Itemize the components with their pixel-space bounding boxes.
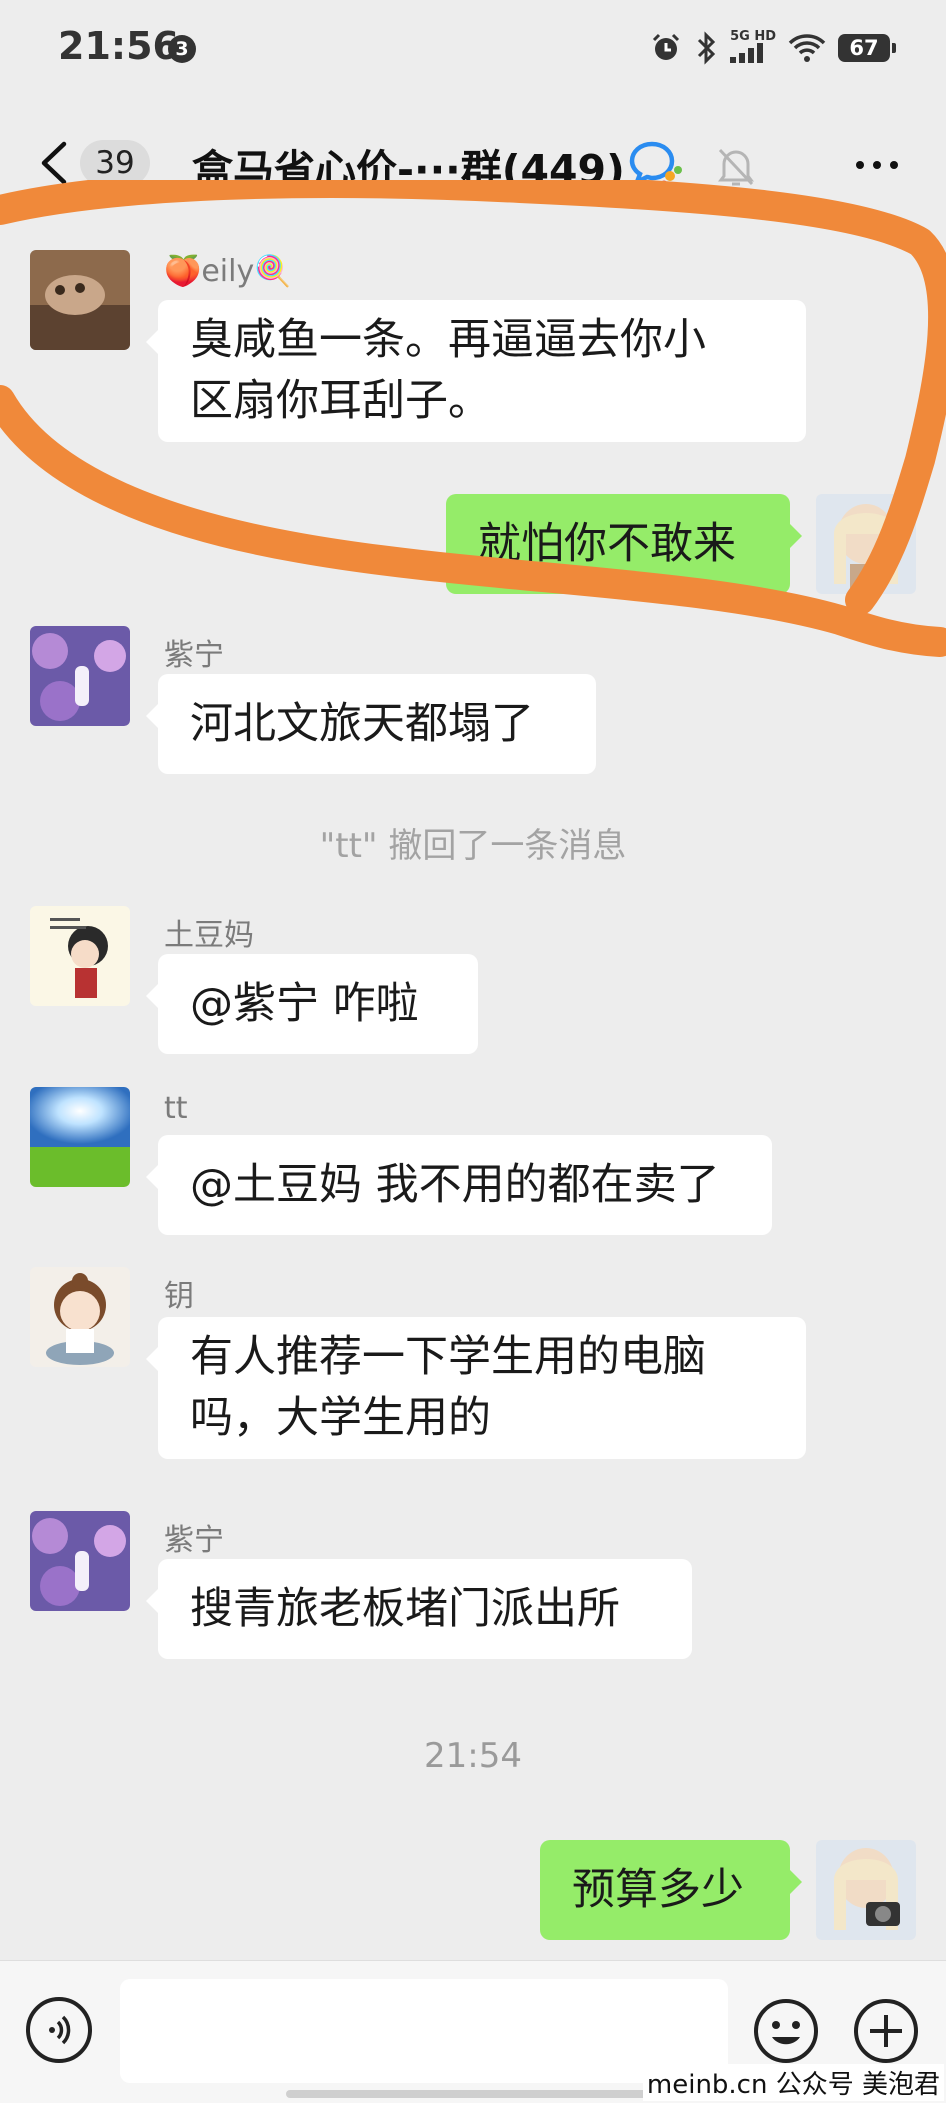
sender-name: 紫宁 <box>164 638 224 673</box>
sender-name: 紫宁 <box>164 1523 224 1558</box>
chat-bubble-icon[interactable] <box>628 140 684 190</box>
status-bar: 21:56 3 5G HD 67 <box>0 0 946 100</box>
network-type: 5G HD <box>730 29 776 44</box>
back-button[interactable] <box>34 138 74 188</box>
status-time: 21:56 <box>58 24 179 68</box>
avatar[interactable] <box>30 906 130 1006</box>
message-bubble[interactable]: 有人推荐一下学生用的电脑 吗，大学生用的 <box>146 1317 806 1459</box>
timestamp: 21:54 <box>424 1736 522 1776</box>
message-bubble[interactable]: @土豆妈 我不用的都在卖了 <box>146 1135 772 1235</box>
bluetooth-icon <box>694 30 718 66</box>
wifi-icon <box>788 30 826 66</box>
voice-icon <box>49 2015 71 2045</box>
back-icon <box>41 141 67 185</box>
unread-count-badge[interactable]: 39 <box>80 140 150 186</box>
battery-level: 67 <box>838 34 896 62</box>
home-indicator[interactable] <box>286 2090 662 2098</box>
voice-button[interactable] <box>26 1997 92 2063</box>
message-line: 臭咸鱼一条。再逼逼去你小 <box>190 315 706 365</box>
cell-signal-icon: 5G HD <box>730 30 776 66</box>
message-bubble[interactable]: 预算多少 <box>540 1840 802 1940</box>
avatar[interactable] <box>30 626 130 726</box>
more-icon[interactable] <box>852 150 902 180</box>
avatar[interactable] <box>30 1087 130 1187</box>
message-bubble[interactable]: 河北文旅天都塌了 <box>146 674 596 774</box>
sender-name: 土豆妈 <box>164 918 254 953</box>
plus-button[interactable] <box>852 1997 920 2065</box>
chat-header: 39 盒马省心价-···群(449) <box>0 110 946 220</box>
message-bubble[interactable]: @紫宁 咋啦 <box>146 954 478 1054</box>
mute-bell-icon <box>716 144 756 188</box>
system-icons: 5G HD 67 <box>650 30 896 66</box>
avatar[interactable] <box>30 1267 130 1367</box>
emoji-icon <box>754 1999 818 2063</box>
chat-title[interactable]: 盒马省心价-···群(449) <box>192 136 625 196</box>
plus-icon <box>854 1999 918 2063</box>
avatar[interactable] <box>816 1840 916 1940</box>
notification-count-badge: 3 <box>168 35 196 63</box>
avatar[interactable] <box>30 250 130 350</box>
sender-name: 🍑eily🍭 <box>164 254 292 289</box>
watermark: meinb.cn 公众号 美泡君 <box>642 2064 944 2101</box>
message-line: 吗，大学生用的 <box>190 1393 491 1443</box>
message-bubble[interactable]: 臭咸鱼一条。再逼逼去你小 区扇你耳刮子。 <box>146 300 806 442</box>
avatar[interactable] <box>816 494 916 594</box>
emoji-button[interactable] <box>752 1997 820 2065</box>
sender-name: tt <box>164 1091 188 1126</box>
recall-notice: "tt" 撤回了一条消息 <box>319 826 627 866</box>
message-bubble[interactable]: 搜青旅老板堵门派出所 <box>146 1559 692 1659</box>
alarm-icon <box>650 30 682 66</box>
message-line: 有人推荐一下学生用的电脑 <box>190 1332 706 1382</box>
avatar[interactable] <box>30 1511 130 1611</box>
sender-name: 钥 <box>164 1279 194 1314</box>
message-bubble[interactable]: 就怕你不敢来 <box>446 494 802 594</box>
message-line: 区扇你耳刮子。 <box>190 376 491 426</box>
message-input[interactable] <box>120 1979 728 2083</box>
